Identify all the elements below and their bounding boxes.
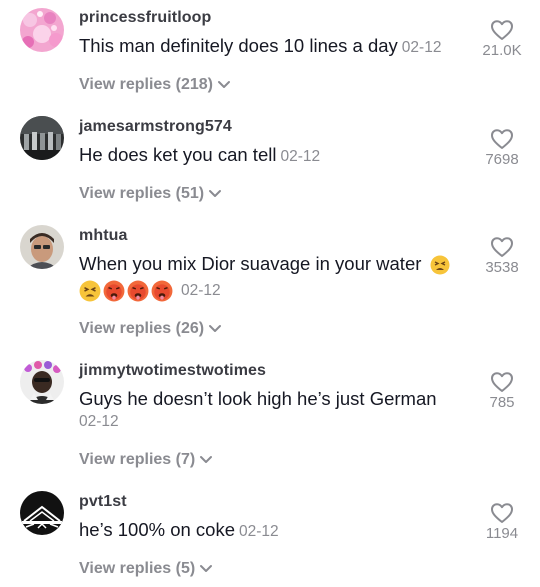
view-replies-button[interactable]: View replies (51) [79, 185, 222, 203]
comment-text: Guys he doesn’t look high he’s just Germ… [79, 386, 437, 412]
like-count: 785 [489, 394, 515, 411]
view-replies-label: View replies (5) [79, 560, 196, 577]
black-white-logo-avatar-icon [20, 491, 64, 535]
heart-icon [491, 20, 513, 40]
chevron-down-icon [218, 81, 230, 88]
like-count: 7698 [485, 151, 519, 168]
avatar[interactable] [20, 491, 64, 535]
comment-text: This man definitely does 10 lines a day 0… [79, 33, 441, 61]
comment-body: This man definitely does 10 lines a day [79, 35, 398, 56]
comment-date: 02-12 [280, 148, 321, 165]
hot-face-icon [127, 280, 149, 302]
hot-face-icon [151, 280, 173, 302]
like-count: 3538 [485, 259, 519, 276]
view-replies-label: View replies (26) [79, 320, 205, 337]
comment-text: he’s 100% on coke 02-12 [79, 517, 279, 545]
comment-body: he’s 100% on coke [79, 519, 235, 540]
heart-icon [491, 503, 513, 523]
comment-username[interactable]: princessfruitloop [79, 9, 211, 27]
comment-date: 02-12 [79, 413, 119, 430]
hot-face-icon [103, 280, 125, 302]
like-button[interactable]: 785 [478, 371, 526, 411]
comment-username[interactable]: mhtua [79, 227, 128, 245]
comment-date: 02-12 [239, 523, 279, 540]
chevron-down-icon [209, 190, 222, 197]
avatar[interactable] [20, 360, 64, 404]
comment-username[interactable]: jimmytwotimestwotimes [79, 362, 266, 380]
emoji-row: 02-12 [79, 280, 221, 302]
heart-icon [491, 372, 513, 392]
tired-face-icon [79, 280, 101, 302]
comment-username[interactable]: pvt1st [79, 493, 127, 511]
pink-floral-avatar-icon [20, 8, 64, 52]
man-flower-crown-avatar-icon [20, 360, 64, 404]
man-portrait-avatar-icon [20, 225, 64, 269]
like-button[interactable]: 7698 [478, 128, 526, 168]
avatar[interactable] [20, 225, 64, 269]
comment-body: He does ket you can tell [79, 144, 277, 165]
heart-icon [491, 237, 513, 257]
like-count: 1194 [485, 525, 519, 542]
chevron-down-icon [209, 325, 222, 332]
comment-date: 02-12 [401, 39, 442, 56]
like-button[interactable]: 21.0K [478, 19, 526, 59]
comment-body: Guys he doesn’t look high he’s just Germ… [79, 388, 437, 409]
comment-date: 02-12 [181, 282, 221, 299]
view-replies-label: View replies (51) [79, 185, 205, 202]
comment-text: He does ket you can tell 02-12 [79, 142, 320, 170]
like-button[interactable]: 3538 [478, 236, 526, 276]
chevron-down-icon [200, 565, 213, 572]
view-replies-button[interactable]: View replies (5) [79, 560, 213, 578]
avatar[interactable] [20, 8, 64, 52]
view-replies-label: View replies (218) [79, 76, 213, 93]
view-replies-button[interactable]: View replies (26) [79, 320, 222, 338]
view-replies-button[interactable]: View replies (7) [79, 451, 213, 469]
dark-group-photo-avatar-icon [20, 116, 64, 160]
chevron-down-icon [200, 456, 213, 463]
comment-username[interactable]: jamesarmstrong574 [79, 118, 232, 136]
like-button[interactable]: 1194 [478, 502, 526, 542]
tired-face-icon [430, 255, 450, 275]
view-replies-label: View replies (7) [79, 451, 196, 468]
avatar[interactable] [20, 116, 64, 160]
view-replies-button[interactable]: View replies (218) [79, 76, 231, 94]
like-count: 21.0K [482, 42, 522, 59]
comment-body: When you mix Dior suavage in your water [79, 253, 422, 274]
comment-text: When you mix Dior suavage in your water [79, 251, 450, 277]
heart-icon [491, 129, 513, 149]
